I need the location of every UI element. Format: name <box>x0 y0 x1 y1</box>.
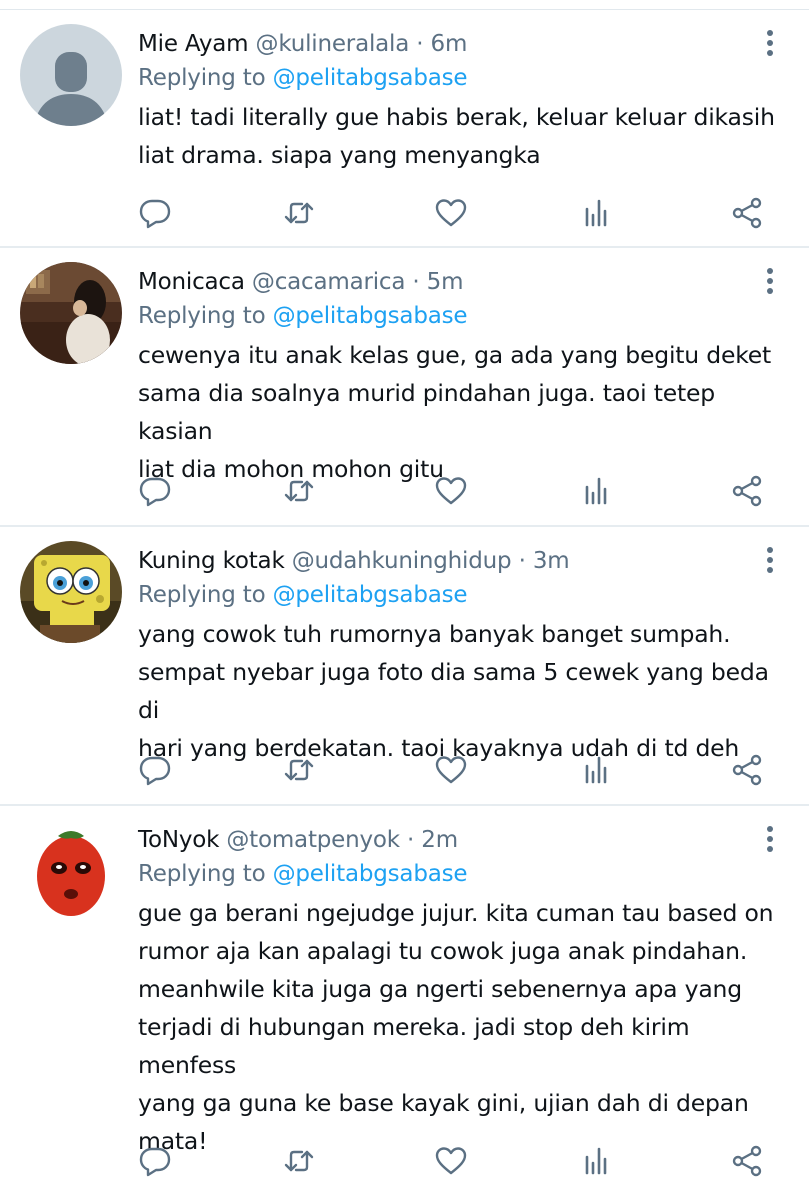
share-icon[interactable] <box>730 196 766 232</box>
timestamp[interactable]: 6m <box>431 31 468 57</box>
author-name[interactable]: Monicaca <box>138 269 245 295</box>
separator: · <box>518 548 526 574</box>
analytics-icon[interactable] <box>580 196 616 232</box>
share-icon[interactable] <box>730 474 766 510</box>
analytics-icon[interactable] <box>580 753 616 789</box>
tweet-actions <box>138 474 769 510</box>
mention-link[interactable]: @pelitabgsabase <box>273 582 468 608</box>
timestamp[interactable]: 5m <box>427 269 464 295</box>
tweet-text: cewenya itu anak kelas gue, ga ada yang … <box>138 341 772 483</box>
replying-label: Replying to <box>138 582 266 608</box>
default-avatar[interactable] <box>20 24 122 126</box>
author-handle[interactable]: @udahkuninghidup <box>292 548 512 574</box>
mention-link[interactable]: @pelitabgsabase <box>273 65 468 91</box>
like-icon[interactable] <box>434 474 470 510</box>
tweet-text: gue ga berani ngejudge jujur. kita cuman… <box>138 899 774 1155</box>
mention-link[interactable]: @pelitabgsabase <box>273 303 468 329</box>
analytics-icon[interactable] <box>580 1144 616 1180</box>
tweet[interactable]: ToNyok @tomatpenyok · 2m Replying to @pe… <box>0 806 809 1198</box>
author-handle[interactable]: @cacamarica <box>252 269 406 295</box>
tweet-actions <box>138 1144 769 1180</box>
tweet[interactable]: Kuning kotak @udahkuninghidup · 3m Reply… <box>0 527 809 806</box>
reply-icon[interactable] <box>138 196 174 232</box>
more-options-icon[interactable] <box>765 30 775 58</box>
author-name[interactable]: Kuning kotak <box>138 548 285 574</box>
like-icon[interactable] <box>434 1144 470 1180</box>
tomato-avatar[interactable] <box>20 820 122 922</box>
replying-label: Replying to <box>138 65 266 91</box>
reply-icon[interactable] <box>138 1144 174 1180</box>
photo-avatar[interactable] <box>20 262 122 364</box>
more-options-icon[interactable] <box>765 547 775 575</box>
retweet-icon[interactable] <box>282 196 318 232</box>
separator: · <box>416 31 424 57</box>
share-icon[interactable] <box>730 753 766 789</box>
separator: · <box>407 827 415 853</box>
mention-link[interactable]: @pelitabgsabase <box>273 861 468 887</box>
reply-icon[interactable] <box>138 474 174 510</box>
replying-label: Replying to <box>138 303 266 329</box>
author-handle[interactable]: @tomatpenyok <box>226 827 400 853</box>
like-icon[interactable] <box>434 196 470 232</box>
replying-label: Replying to <box>138 861 266 887</box>
share-icon[interactable] <box>730 1144 766 1180</box>
tweet[interactable]: Monicaca @cacamarica · 5m Replying to @p… <box>0 248 809 527</box>
separator: · <box>412 269 420 295</box>
more-options-icon[interactable] <box>765 826 775 854</box>
tweet-text: yang cowok tuh rumornya banyak banget su… <box>138 620 769 762</box>
reply-feed: Mie Ayam @kulineralala · 6m Replying to … <box>0 10 809 1198</box>
retweet-icon[interactable] <box>282 753 318 789</box>
retweet-icon[interactable] <box>282 474 318 510</box>
author-handle[interactable]: @kulineralala <box>256 31 410 57</box>
author-name[interactable]: Mie Ayam <box>138 31 249 57</box>
tweet[interactable]: Mie Ayam @kulineralala · 6m Replying to … <box>0 10 809 248</box>
reply-icon[interactable] <box>138 753 174 789</box>
top-divider <box>0 0 809 10</box>
tweet-actions <box>138 196 769 232</box>
author-name[interactable]: ToNyok <box>138 827 219 853</box>
more-options-icon[interactable] <box>765 268 775 296</box>
analytics-icon[interactable] <box>580 474 616 510</box>
tweet-actions <box>138 753 769 789</box>
tweet-text: liat! tadi literally gue habis berak, ke… <box>138 103 775 169</box>
sponge-avatar[interactable] <box>20 541 122 643</box>
timestamp[interactable]: 3m <box>533 548 570 574</box>
like-icon[interactable] <box>434 753 470 789</box>
timestamp[interactable]: 2m <box>421 827 458 853</box>
retweet-icon[interactable] <box>282 1144 318 1180</box>
